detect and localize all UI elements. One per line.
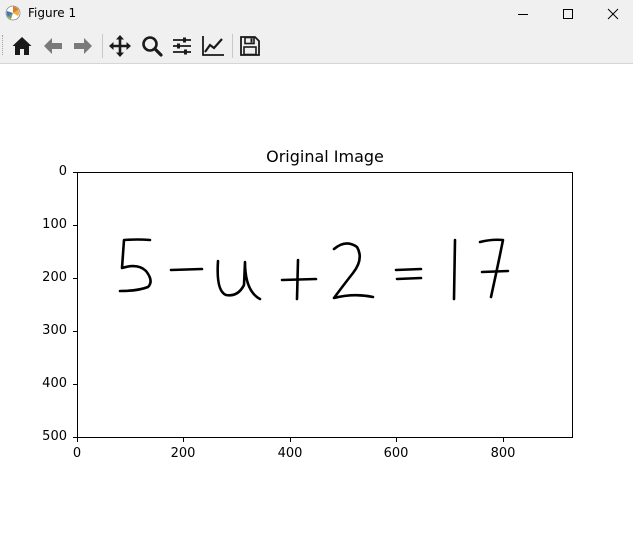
home-button[interactable] <box>8 32 36 60</box>
line-chart-icon <box>202 36 224 56</box>
minimize-button[interactable] <box>500 0 546 28</box>
y-tick-label: 400 <box>42 376 67 391</box>
home-icon <box>12 37 32 55</box>
handwritten-image <box>118 238 510 301</box>
figure-window: Figure 1 Original Image 0 100 200 300 40… <box>0 0 633 539</box>
y-tick-label: 300 <box>42 323 67 338</box>
arrow-right-icon <box>74 38 92 54</box>
x-tick-mark <box>290 438 291 442</box>
forward-button[interactable] <box>69 32 97 60</box>
x-tick-label: 800 <box>490 446 516 461</box>
save-button[interactable] <box>236 32 264 60</box>
move-icon <box>109 35 131 57</box>
back-button[interactable] <box>39 32 67 60</box>
y-tick-mark <box>73 384 77 385</box>
y-tick-label: 500 <box>42 429 67 444</box>
close-button[interactable] <box>590 0 633 28</box>
close-icon <box>607 8 619 20</box>
configure-subplots-button[interactable] <box>168 32 196 60</box>
x-tick-mark <box>183 438 184 442</box>
toolbar-separator <box>232 34 233 58</box>
x-tick-mark <box>77 438 78 442</box>
edit-axes-button[interactable] <box>199 32 227 60</box>
sliders-icon <box>173 37 191 55</box>
figure-canvas[interactable]: Original Image 0 100 200 300 400 500 0 2… <box>0 64 633 539</box>
navigation-toolbar <box>0 28 633 64</box>
y-tick-mark <box>73 172 77 173</box>
matplotlib-icon <box>5 5 21 21</box>
window-title: Figure 1 <box>28 6 77 20</box>
axes-frame[interactable] <box>77 172 573 438</box>
x-tick-label: 600 <box>383 446 409 461</box>
maximize-icon <box>563 9 573 19</box>
minimize-icon <box>518 14 528 15</box>
x-tick-label: 400 <box>277 446 303 461</box>
pan-button[interactable] <box>106 32 134 60</box>
y-tick-mark <box>73 225 77 226</box>
toolbar-grip[interactable] <box>2 35 5 55</box>
toolbar-separator <box>102 34 103 58</box>
y-tick-mark <box>73 331 77 332</box>
title-bar: Figure 1 <box>0 0 633 28</box>
x-tick-label: 0 <box>72 446 82 461</box>
arrow-left-icon <box>44 38 62 54</box>
maximize-button[interactable] <box>545 0 591 28</box>
y-tick-label: 100 <box>42 217 67 232</box>
x-tick-mark <box>503 438 504 442</box>
y-tick-mark <box>73 278 77 279</box>
y-tick-label: 200 <box>42 270 67 285</box>
axes-title: Original Image <box>266 147 384 166</box>
zoom-button[interactable] <box>138 32 166 60</box>
y-tick-label: 0 <box>58 164 67 179</box>
zoom-icon <box>142 36 163 57</box>
save-icon <box>240 36 260 56</box>
x-tick-label: 200 <box>170 446 196 461</box>
x-tick-mark <box>396 438 397 442</box>
